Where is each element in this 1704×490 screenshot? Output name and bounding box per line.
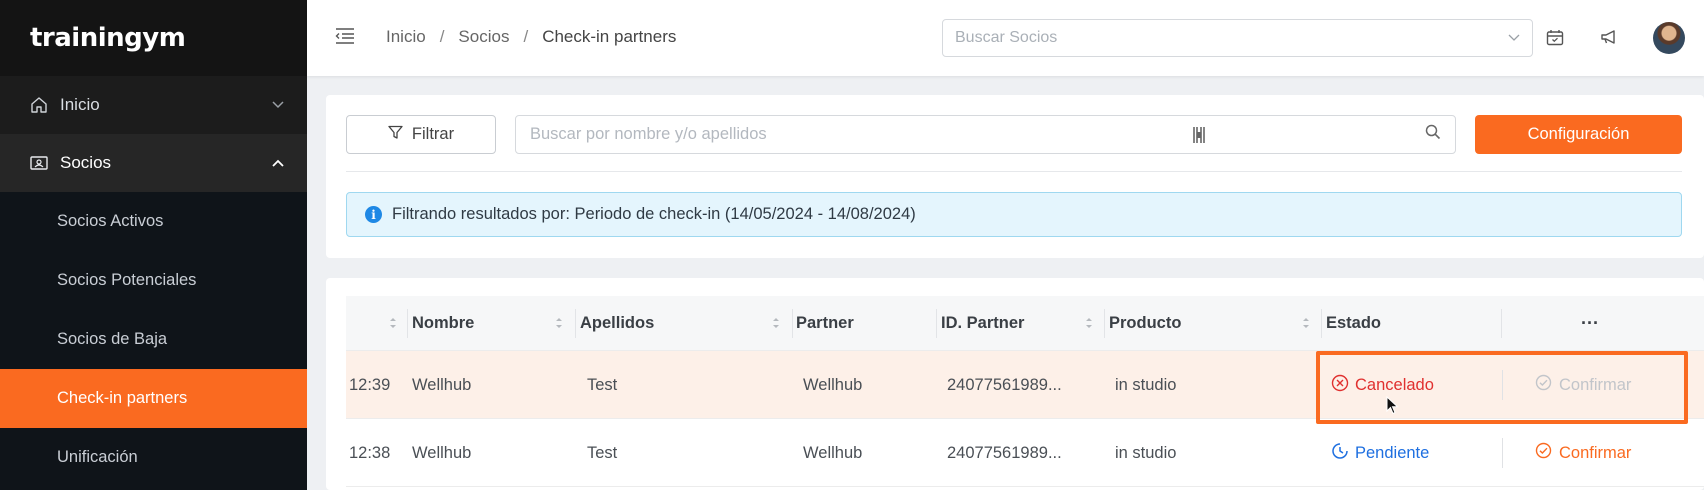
column-label: ID. Partner	[941, 314, 1025, 332]
cell-apellidos: Test	[587, 443, 618, 462]
sort-icon[interactable]	[388, 316, 398, 330]
chevron-up-icon	[269, 154, 287, 172]
sidebar-item-check-in-partners[interactable]: Check-in partners	[0, 369, 307, 428]
breadcrumb-current: Check-in partners	[542, 27, 677, 46]
confirm-button[interactable]: Confirmar	[1535, 442, 1631, 464]
name-search-placeholder: Buscar por nombre y/o apellidos	[530, 125, 767, 143]
cell-id-partner: 24077561989...	[947, 375, 1062, 394]
confirm-label: Confirmar	[1559, 443, 1632, 462]
chevron-down-icon	[1508, 29, 1520, 47]
breadcrumb: Inicio / Socios / Check-in partners	[386, 27, 676, 47]
column-header-producto[interactable]: Producto	[1100, 296, 1181, 351]
column-header-estado[interactable]: Estado	[1317, 296, 1381, 351]
cell-estado: Cancelado	[1331, 351, 1434, 419]
breadcrumb-socios[interactable]: Socios	[458, 27, 509, 47]
divider	[346, 171, 1682, 172]
cell-action: Confirmar	[1535, 351, 1631, 419]
column-header-nombre[interactable]: Nombre	[403, 296, 474, 351]
column-label: Producto	[1109, 314, 1182, 332]
user-avatar[interactable]	[1653, 22, 1685, 54]
check-circle-icon	[1535, 442, 1552, 464]
home-icon	[28, 94, 50, 116]
sort-icon[interactable]	[771, 316, 781, 330]
barcode-scan-icon[interactable]	[1192, 126, 1208, 144]
cancel-circle-icon	[1331, 374, 1349, 397]
sidebar-item-label: Socios	[60, 153, 112, 172]
status-badge-pendiente: Pendiente	[1331, 442, 1429, 465]
cell-partner: Wellhub	[803, 443, 863, 462]
sidebar-item-label: Inicio	[60, 95, 100, 114]
cell-time: 12:38	[349, 443, 391, 462]
column-label: Estado	[1326, 314, 1382, 332]
logo-bar: trainingym	[0, 0, 307, 76]
cell-estado: Pendiente	[1331, 419, 1429, 487]
menu-toggle-icon[interactable]	[333, 24, 357, 48]
status-badge-cancelado: Cancelado	[1331, 374, 1434, 397]
column-header-apellidos[interactable]: Apellidos	[571, 296, 654, 351]
cell-time: 12:39	[349, 375, 391, 394]
breadcrumb-separator: /	[439, 27, 445, 46]
member-search-select[interactable]: Buscar Socios	[942, 19, 1533, 57]
sidebar: trainingym Inicio Socios Socios Activos …	[0, 0, 307, 490]
action-separator	[1502, 370, 1503, 400]
clock-icon	[1331, 442, 1349, 465]
sidebar-item-socios-activos[interactable]: Socios Activos	[0, 192, 307, 251]
sort-icon[interactable]	[1301, 316, 1311, 330]
brand-logo[interactable]: trainingym	[30, 23, 186, 53]
filter-info-text: Filtrando resultados por: Periodo de che…	[392, 205, 916, 223]
column-label: Apellidos	[580, 314, 655, 332]
cell-producto: in studio	[1115, 443, 1177, 462]
table-row[interactable]: 12:39 Wellhub Test Wellhub 24077561989..…	[346, 351, 1704, 419]
member-search-placeholder: Buscar Socios	[955, 29, 1058, 46]
cell-producto: in studio	[1115, 375, 1177, 394]
megaphone-icon[interactable]	[1598, 26, 1620, 48]
breadcrumb-separator: /	[523, 27, 529, 46]
filter-button[interactable]: Filtrar	[346, 115, 496, 154]
filter-funnel-icon	[388, 125, 403, 145]
cell-partner: Wellhub	[803, 375, 863, 394]
name-search-input[interactable]: Buscar por nombre y/o apellidos	[515, 115, 1456, 154]
chevron-down-icon	[269, 96, 287, 114]
table-row[interactable]: 12:38 Wellhub Test Wellhub 24077561989..…	[346, 419, 1704, 487]
cell-nombre: Wellhub	[412, 375, 472, 394]
sort-icon[interactable]	[1084, 316, 1094, 330]
sidebar-item-socios[interactable]: Socios	[0, 134, 307, 192]
members-card-icon	[28, 152, 50, 174]
sidebar-item-socios-de-baja[interactable]: Socios de Baja	[0, 310, 307, 369]
info-icon: i	[365, 206, 382, 223]
action-separator	[1502, 438, 1503, 468]
status-label: Pendiente	[1355, 443, 1430, 462]
check-circle-icon	[1535, 374, 1552, 396]
column-label: Partner	[796, 314, 854, 332]
calendar-check-icon[interactable]	[1544, 26, 1566, 48]
more-options-icon[interactable]: ···	[1572, 296, 1599, 351]
mouse-cursor-icon	[1386, 395, 1400, 416]
sidebar-item-socios-potenciales[interactable]: Socios Potenciales	[0, 251, 307, 310]
cell-id-partner: 24077561989...	[947, 443, 1062, 462]
search-icon[interactable]	[1425, 124, 1441, 145]
column-header-partner[interactable]: Partner	[787, 296, 854, 351]
sidebar-item-inicio[interactable]: Inicio	[0, 76, 307, 134]
checkins-table-card: Nombre Apellidos Partner ID. Partner Pro…	[326, 278, 1704, 490]
cell-nombre: Wellhub	[412, 443, 472, 462]
table-header: Nombre Apellidos Partner ID. Partner Pro…	[346, 296, 1704, 351]
top-header: Inicio / Socios / Check-in partners Busc…	[307, 0, 1704, 76]
confirm-label: Confirmar	[1559, 375, 1632, 394]
sidebar-item-unificacion[interactable]: Unificación	[0, 428, 307, 487]
configuration-button[interactable]: Configuración	[1475, 115, 1682, 154]
column-label: Nombre	[412, 314, 475, 332]
more-options-label: ···	[1581, 313, 1599, 333]
filter-info-alert: i Filtrando resultados por: Periodo de c…	[346, 192, 1682, 237]
checkins-table: Nombre Apellidos Partner ID. Partner Pro…	[346, 296, 1704, 487]
cell-action: Confirmar	[1535, 419, 1631, 487]
column-header-id-partner[interactable]: ID. Partner	[932, 296, 1024, 351]
confirm-button[interactable]: Confirmar	[1535, 374, 1631, 396]
breadcrumb-inicio[interactable]: Inicio	[386, 27, 426, 47]
cell-apellidos: Test	[587, 375, 618, 394]
filter-button-label: Filtrar	[411, 125, 455, 143]
filter-panel: Filtrar Buscar por nombre y/o apellidos …	[326, 95, 1704, 258]
sort-icon[interactable]	[554, 316, 564, 330]
status-label: Cancelado	[1355, 375, 1434, 394]
column-separator	[1501, 309, 1502, 338]
